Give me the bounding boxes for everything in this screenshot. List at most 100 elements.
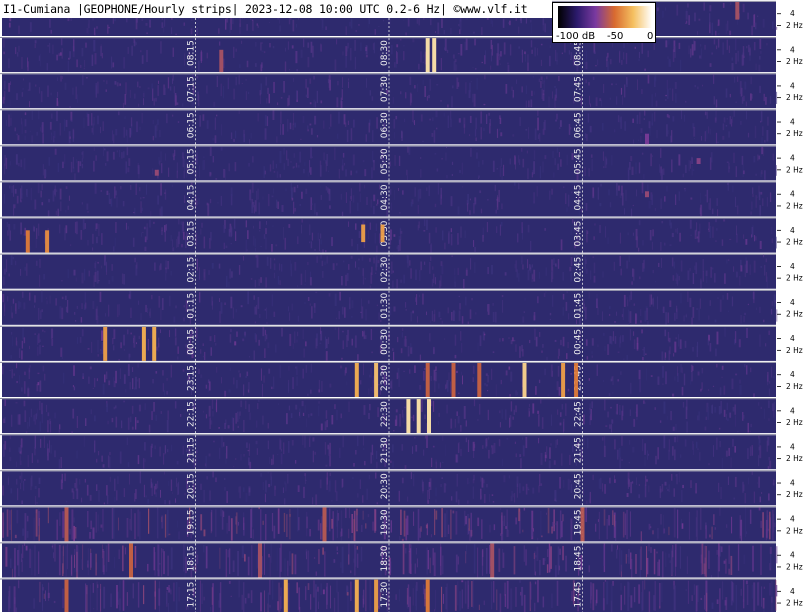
signal-burst [322, 507, 327, 542]
time-label: 02:15 [187, 257, 197, 283]
signal-burst [64, 507, 69, 542]
signal-burst [432, 38, 437, 73]
signal-burst [103, 326, 108, 361]
y-tick-label: 4 [790, 226, 795, 235]
strip-08: 08:15 08:30 08:45 [0, 37, 776, 73]
time-label: 08:15 [187, 40, 197, 66]
time-label: 00:45 [574, 329, 584, 355]
signal-burst [154, 169, 159, 176]
time-label: 07:45 [574, 76, 584, 102]
y-tick-label: 4 [790, 262, 795, 271]
signal-burst [645, 191, 649, 198]
time-label: 20:30 [380, 473, 390, 499]
signal-burst [64, 579, 69, 612]
y-tick-label: 4 [790, 9, 795, 18]
y-tick-label: 2 Hz [786, 454, 803, 463]
signal-burst [522, 363, 527, 397]
y-tick-label: 2 Hz [786, 129, 803, 138]
time-label: 03:15 [187, 221, 197, 247]
signal-burst [645, 133, 649, 145]
time-label: 17:30 [380, 581, 390, 607]
time-label: 05:30 [380, 148, 390, 174]
signal-burst [25, 230, 30, 253]
time-label: 23:30 [380, 365, 390, 391]
time-label: 06:30 [380, 112, 390, 138]
strip-06: 06:15 06:30 06:45 [0, 109, 776, 145]
time-label: 19:15 [187, 509, 197, 535]
time-label: 18:30 [380, 545, 390, 571]
time-label: 19:30 [380, 509, 390, 535]
chart-title: I1-Cumiana |GEOPHONE/Hourly strips| 2023… [3, 2, 528, 16]
signal-burst [477, 363, 482, 397]
signal-burst [219, 49, 224, 73]
time-label: 23:15 [187, 365, 197, 391]
time-label: 00:15 [187, 329, 197, 355]
colorbar-label-min: -100 dB [556, 31, 596, 42]
strip-22: 22:15 22:30 22:45 [0, 398, 776, 434]
y-tick-label: 2 Hz [786, 93, 803, 102]
y-tick-label: 2 Hz [786, 21, 803, 30]
signal-burst [374, 579, 379, 612]
time-label: 21:30 [380, 437, 390, 463]
y-tick-label: 4 [790, 154, 795, 163]
signal-burst [451, 363, 456, 397]
strip-01: 01:15 01:30 01:45 [0, 289, 778, 325]
y-tick-label: 4 [790, 45, 795, 54]
signal-burst [258, 543, 262, 578]
y-tick-label: 2 Hz [786, 165, 803, 174]
y-tick-label: 4 [790, 406, 795, 415]
time-label: 22:15 [187, 401, 197, 427]
time-label: 02:45 [574, 257, 584, 283]
signal-burst [580, 507, 585, 542]
time-label: 22:30 [380, 401, 390, 427]
time-label: 21:45 [574, 437, 584, 463]
time-label: 04:15 [187, 185, 197, 211]
signal-burst [141, 326, 146, 361]
y-tick-label: 2 Hz [786, 418, 803, 427]
y-tick-label: 2 Hz [786, 57, 803, 66]
time-label: 18:45 [574, 546, 584, 572]
time-label: 04:45 [574, 185, 584, 211]
signal-burst [380, 224, 385, 243]
time-label: 17:45 [574, 582, 584, 608]
signal-burst [416, 399, 421, 434]
time-label: 08:30 [380, 40, 390, 66]
signal-burst [561, 363, 566, 397]
signal-burst [354, 363, 359, 397]
strip-19: 19:15 19:30 19:45 [0, 506, 776, 542]
time-label: 03:45 [574, 221, 584, 247]
time-label: 01:15 [187, 293, 197, 319]
signal-burst [45, 230, 50, 253]
time-label: 02:30 [380, 256, 390, 282]
spectrogram-chart: 090908:1508:3008:4507:1507:3007:4506:150… [0, 0, 812, 612]
y-tick-label: 4 [790, 515, 795, 524]
y-tick-label: 4 [790, 334, 795, 343]
signal-burst [354, 579, 359, 612]
signal-burst [696, 158, 701, 164]
time-label: 04:30 [380, 184, 390, 210]
y-tick-label: 2 Hz [786, 201, 803, 210]
signal-burst [283, 579, 288, 612]
signal-burst [361, 224, 366, 243]
signal-burst [129, 543, 133, 578]
y-tick-label: 2 Hz [786, 599, 803, 608]
y-tick-label: 2 Hz [786, 310, 803, 319]
strip-02: 02:15 02:30 02:45 [0, 253, 776, 289]
y-tick-label: 4 [790, 118, 795, 127]
signal-burst [374, 363, 379, 397]
y-tick-label: 4 [790, 81, 795, 90]
y-tick-label: 2 Hz [786, 562, 803, 571]
y-tick-label: 4 [790, 298, 795, 307]
signal-burst [425, 38, 430, 73]
y-tick-label: 4 [790, 479, 795, 488]
colorbar-label-mid: -50 [607, 31, 624, 42]
y-tick-label: 4 [790, 551, 795, 560]
strip-17: 17:15 17:30 17:45 [0, 578, 778, 612]
time-label: 05:45 [574, 148, 584, 174]
signal-burst [490, 543, 495, 578]
signal-burst [425, 363, 430, 397]
time-label: 00:30 [380, 329, 390, 355]
strip-18: 18:15 18:30 18:45 [0, 542, 778, 578]
y-tick-label: 4 [790, 587, 795, 596]
strip-04: 04:15 04:30 04:45 [0, 181, 776, 217]
